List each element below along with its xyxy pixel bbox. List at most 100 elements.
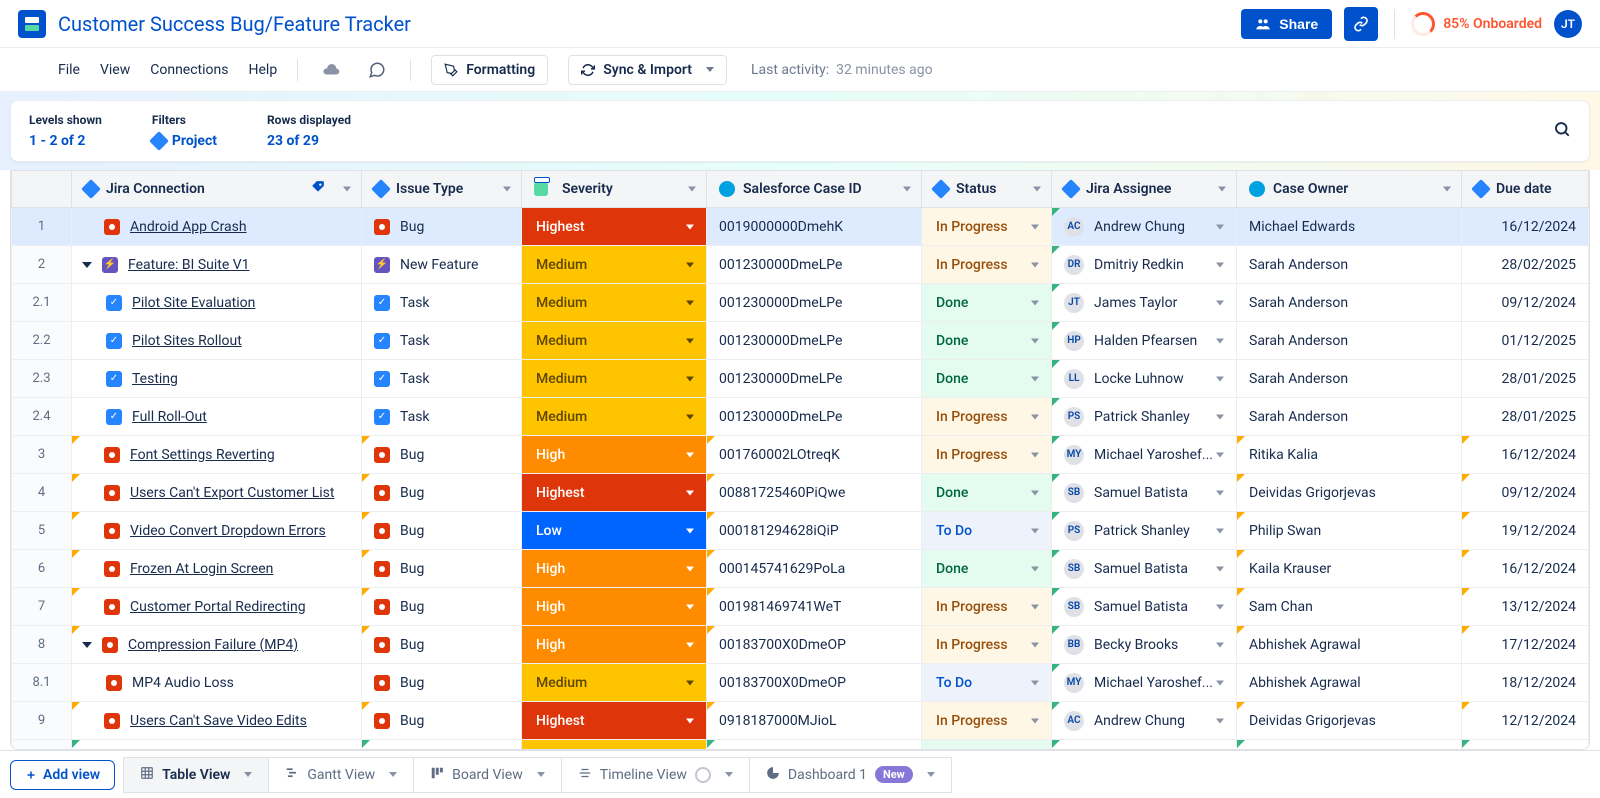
issue-title[interactable]: Feature: BI Suite V1 bbox=[128, 257, 250, 273]
severity-pill[interactable]: Medium bbox=[522, 284, 706, 321]
table-row[interactable]: 2.2Pilot Sites RolloutTaskMedium00123000… bbox=[12, 322, 1589, 360]
jira-title-cell[interactable]: Compression Failure (MP4) bbox=[72, 626, 362, 664]
table-row[interactable]: 3Font Settings RevertingBugHigh001760002… bbox=[12, 436, 1589, 474]
due-date-cell[interactable]: 28/02/2025 bbox=[1462, 246, 1589, 284]
status-cell[interactable]: In Progress bbox=[922, 702, 1052, 740]
col-jira-connection[interactable]: Jira Connection bbox=[72, 171, 362, 208]
menu-connections[interactable]: Connections bbox=[150, 62, 228, 78]
col-issue-type[interactable]: Issue Type bbox=[362, 171, 522, 208]
row-number[interactable]: 8.1 bbox=[12, 664, 72, 702]
owner-cell[interactable]: Sarah Anderson bbox=[1237, 398, 1462, 436]
onboard-progress[interactable]: 85% Onboarded bbox=[1411, 12, 1542, 36]
issue-type-cell[interactable]: Bug bbox=[362, 740, 522, 751]
severity-cell[interactable]: Highest bbox=[522, 208, 707, 246]
case-id-cell[interactable]: 000145741629PoLa bbox=[707, 550, 922, 588]
search-button[interactable] bbox=[1553, 120, 1571, 142]
jira-title-cell[interactable]: Crashing during export bbox=[72, 740, 362, 751]
table-row[interactable]: 7Customer Portal RedirectingBugHigh00198… bbox=[12, 588, 1589, 626]
jira-title-cell[interactable]: Full Roll-Out bbox=[72, 398, 362, 436]
cloud-sync-icon[interactable] bbox=[318, 57, 344, 83]
severity-pill[interactable]: Medium bbox=[522, 664, 706, 701]
issue-title[interactable]: Pilot Sites Rollout bbox=[132, 333, 242, 349]
jira-title-cell[interactable]: Customer Portal Redirecting bbox=[72, 588, 362, 626]
issue-type-cell[interactable]: Bug bbox=[362, 474, 522, 512]
status-cell[interactable]: Done bbox=[922, 322, 1052, 360]
due-date-cell[interactable]: 28/01/2025 bbox=[1462, 398, 1589, 436]
jira-title-cell[interactable]: MP4 Audio Loss bbox=[72, 664, 362, 702]
view-tab-timeline-view[interactable]: Timeline View bbox=[562, 757, 750, 793]
status-pill[interactable]: In Progress bbox=[922, 398, 1051, 435]
issue-title[interactable]: Customer Portal Redirecting bbox=[130, 599, 306, 615]
row-number[interactable]: 2.3 bbox=[12, 360, 72, 398]
row-number[interactable]: 6 bbox=[12, 550, 72, 588]
severity-pill[interactable]: High bbox=[522, 436, 706, 473]
owner-cell[interactable]: Deividas Grigorjevas bbox=[1237, 474, 1462, 512]
severity-cell[interactable]: High bbox=[522, 436, 707, 474]
chevron-down-icon[interactable] bbox=[537, 772, 545, 777]
owner-cell[interactable]: Kaila Krauser bbox=[1237, 740, 1462, 751]
case-id-cell[interactable]: 00183700X0DmeOP bbox=[707, 626, 922, 664]
issue-type-cell[interactable]: Bug bbox=[362, 588, 522, 626]
table-row[interactable]: 2Feature: BI Suite V1New FeatureMedium00… bbox=[12, 246, 1589, 284]
issue-type-cell[interactable]: Bug bbox=[362, 626, 522, 664]
case-id-cell[interactable]: 0091527DmeILQE bbox=[707, 740, 922, 751]
issue-type-cell[interactable]: Bug bbox=[362, 208, 522, 246]
due-date-cell[interactable]: 16/12/2024 bbox=[1462, 436, 1589, 474]
row-number[interactable]: 5 bbox=[12, 512, 72, 550]
severity-pill[interactable]: Highest bbox=[522, 702, 706, 739]
user-avatar[interactable]: JT bbox=[1554, 10, 1582, 38]
severity-cell[interactable]: Medium bbox=[522, 246, 707, 284]
due-date-cell[interactable]: 09/12/2024 bbox=[1462, 284, 1589, 322]
issue-title[interactable]: Full Roll-Out bbox=[132, 409, 207, 425]
copy-link-button[interactable] bbox=[1344, 7, 1378, 41]
chevron-down-icon[interactable] bbox=[343, 187, 351, 192]
issue-type-cell[interactable]: Task bbox=[362, 284, 522, 322]
expand-toggle[interactable] bbox=[82, 642, 92, 648]
status-cell[interactable]: In Progress bbox=[922, 588, 1052, 626]
owner-cell[interactable]: Sarah Anderson bbox=[1237, 246, 1462, 284]
severity-cell[interactable]: Medium bbox=[522, 740, 707, 751]
owner-cell[interactable]: Sam Chan bbox=[1237, 588, 1462, 626]
assignee-cell[interactable]: PSPatrick Shanley bbox=[1052, 512, 1237, 550]
table-row[interactable]: 10Crashing during exportBugMedium0091527… bbox=[12, 740, 1589, 751]
status-cell[interactable]: Done bbox=[922, 474, 1052, 512]
case-id-cell[interactable]: 001230000DmeLPe bbox=[707, 398, 922, 436]
chevron-down-icon[interactable] bbox=[903, 187, 911, 192]
col-severity[interactable]: Severity bbox=[522, 171, 707, 208]
owner-cell[interactable]: Abhishek Agrawal bbox=[1237, 626, 1462, 664]
table-row[interactable]: 1Android App CrashBugHighest0019000000Dm… bbox=[12, 208, 1589, 246]
table-row[interactable]: 2.3TestingTaskMedium001230000DmeLPeDoneL… bbox=[12, 360, 1589, 398]
owner-cell[interactable]: Deividas Grigorjevas bbox=[1237, 702, 1462, 740]
status-pill[interactable]: Done bbox=[922, 474, 1051, 511]
issue-type-cell[interactable]: Bug bbox=[362, 664, 522, 702]
chevron-down-icon[interactable] bbox=[725, 772, 733, 777]
chevron-down-icon[interactable] bbox=[927, 772, 935, 777]
severity-cell[interactable]: Medium bbox=[522, 284, 707, 322]
issue-type-cell[interactable]: Task bbox=[362, 322, 522, 360]
owner-cell[interactable]: Michael Edwards bbox=[1237, 208, 1462, 246]
severity-pill[interactable]: Medium bbox=[522, 322, 706, 359]
table-row[interactable]: 8.1MP4 Audio LossBugMedium00183700X0DmeO… bbox=[12, 664, 1589, 702]
status-cell[interactable]: In Progress bbox=[922, 398, 1052, 436]
due-date-cell[interactable]: 16/12/2024 bbox=[1462, 208, 1589, 246]
assignee-cell[interactable]: HPHalden Pfearsen bbox=[1052, 322, 1237, 360]
row-number[interactable]: 1 bbox=[12, 208, 72, 246]
chevron-down-icon[interactable] bbox=[503, 187, 511, 192]
add-view-button[interactable]: Add view bbox=[10, 760, 115, 790]
data-grid[interactable]: Jira Connection Issue Type Severity Sale… bbox=[10, 170, 1590, 750]
owner-cell[interactable]: Philip Swan bbox=[1237, 512, 1462, 550]
chevron-down-icon[interactable] bbox=[389, 772, 397, 777]
help-icon[interactable] bbox=[695, 767, 711, 783]
row-number[interactable]: 2.4 bbox=[12, 398, 72, 436]
issue-type-cell[interactable]: Task bbox=[362, 398, 522, 436]
case-id-cell[interactable]: 001981469741WeT bbox=[707, 588, 922, 626]
issue-type-cell[interactable]: New Feature bbox=[362, 246, 522, 284]
status-pill[interactable]: In Progress bbox=[922, 436, 1051, 473]
owner-cell[interactable]: Sarah Anderson bbox=[1237, 360, 1462, 398]
jira-title-cell[interactable]: Users Can't Export Customer List bbox=[72, 474, 362, 512]
owner-cell[interactable]: Kaila Krauser bbox=[1237, 550, 1462, 588]
issue-title[interactable]: Frozen At Login Screen bbox=[130, 561, 273, 577]
chevron-down-icon[interactable] bbox=[1218, 187, 1226, 192]
jira-title-cell[interactable]: Pilot Site Evaluation bbox=[72, 284, 362, 322]
jira-title-cell[interactable]: Font Settings Reverting bbox=[72, 436, 362, 474]
